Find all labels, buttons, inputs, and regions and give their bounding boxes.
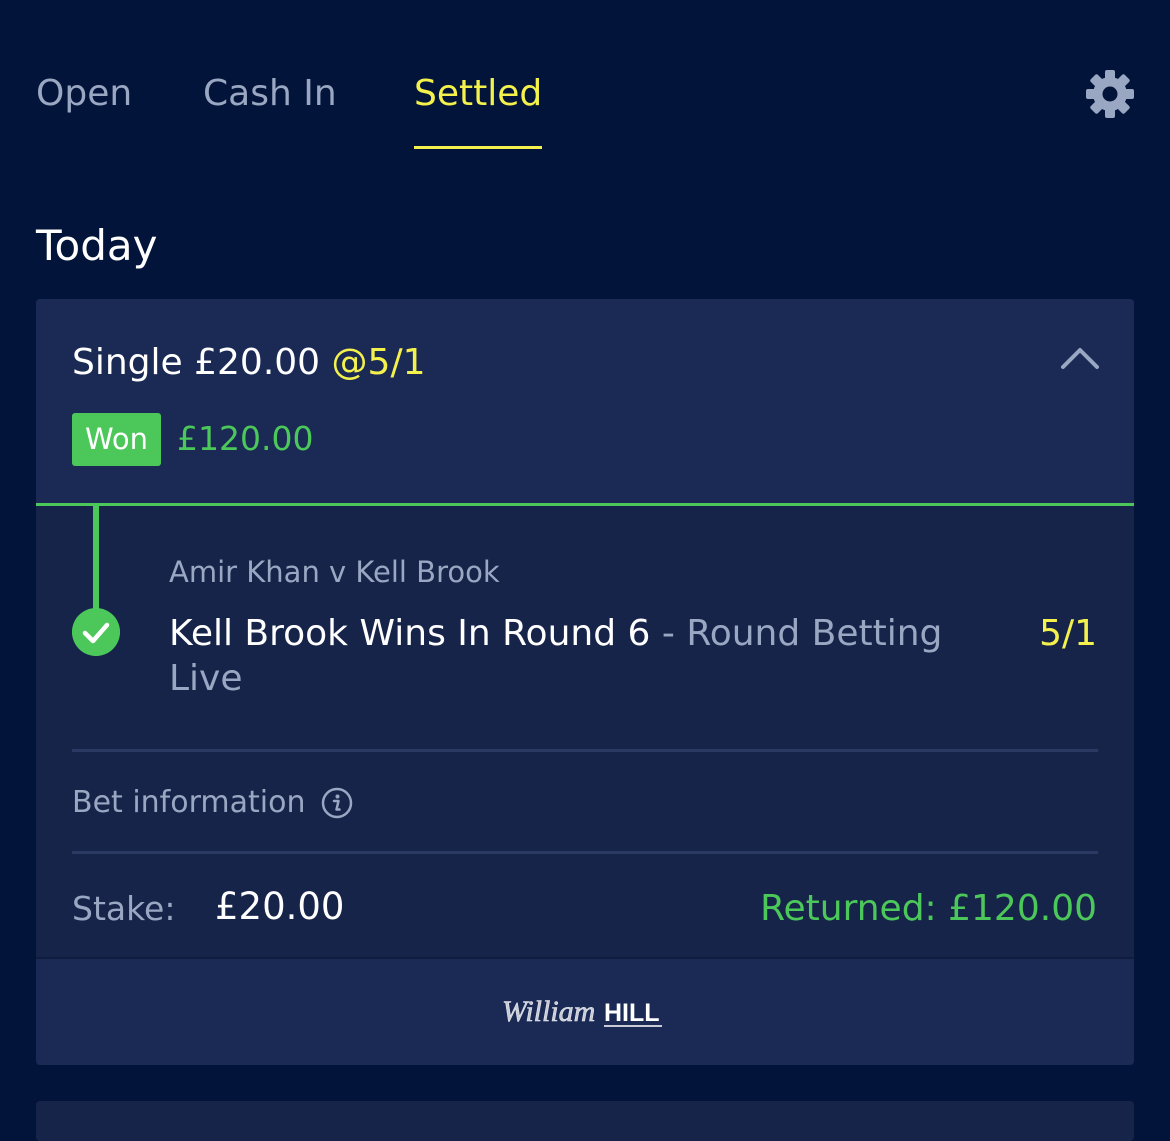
bet-odds: @5/1 [331,342,426,383]
stake-value: £20.00 [215,885,345,928]
section-title-today: Today [36,221,158,270]
bet-information-label: Bet information [72,785,306,820]
tab-open[interactable]: Open [36,72,132,116]
event-name: Amir Khan v Kell Brook [169,555,500,589]
selection-separator: - [650,613,687,654]
bet-tabs: Open Cash In Settled [0,0,1170,150]
returned-amount: Returned: £120.00 [760,888,1097,929]
chevron-up-icon[interactable] [1060,343,1100,371]
bet-card-header[interactable]: Single £20.00 @5/1 Won £120.00 [36,299,1134,506]
stake-label: Stake: [72,889,176,928]
bet-information-link[interactable]: Bet information [72,783,353,823]
gear-icon[interactable] [1084,68,1136,120]
william-hill-logo: William HILL [502,995,662,1028]
selection-odds: 5/1 [1039,613,1097,654]
active-tab-indicator [414,146,542,149]
divider [72,749,1098,752]
tab-settled[interactable]: Settled [414,72,542,116]
bet-card-footer: William HILL [36,957,1134,1065]
timeline-line [93,506,99,612]
divider [72,851,1098,854]
bet-card: Single £20.00 @5/1 Won £120.00 Amir Khan… [36,299,1134,1065]
selection-description: Kell Brook Wins In Round 6 - Round Betti… [169,611,989,701]
status-badge: Won [72,413,161,466]
bet-type-stake: Single £20.00 [72,342,321,383]
logo-script-text: William [502,995,595,1028]
bet-title: Single £20.00 @5/1 [72,341,425,385]
info-icon[interactable] [321,787,353,819]
logo-bold-text: HILL [604,999,660,1027]
next-bet-card[interactable] [36,1101,1134,1141]
check-circle-icon [72,608,120,656]
selection-name: Kell Brook Wins In Round 6 [169,613,651,654]
won-amount: £120.00 [177,419,314,458]
tab-cash-in[interactable]: Cash In [203,72,337,116]
